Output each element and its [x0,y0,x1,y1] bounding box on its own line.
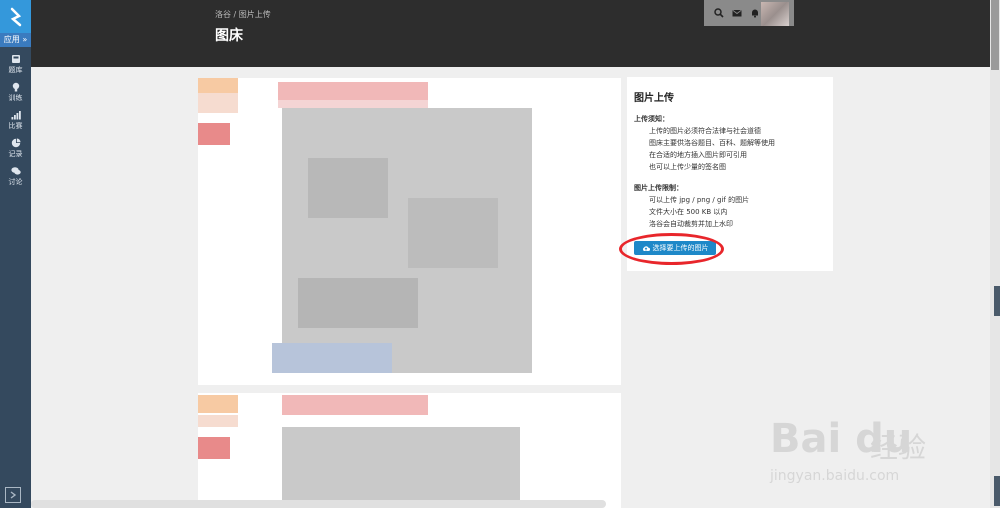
sidebar: 应用 » 题库 训练 比赛 记录 讨论 [0,0,31,508]
book-icon [11,54,20,63]
limits-title: 图片上传限制： [634,184,683,192]
sidebar-item-label: 记录 [8,149,23,158]
notice-title: 上传须知： [634,115,669,123]
page-header: 洛谷 / 图片上传 图床 [31,0,1000,67]
sidebar-item-problems[interactable]: 题库 [0,50,31,78]
limits-line: 可以上传 jpg / png / gif 的图片 [649,196,750,204]
sidebar-item-contests[interactable]: 比赛 [0,106,31,134]
edge-tab [994,286,1000,316]
avatar[interactable] [761,2,789,26]
notice-line: 也可以上传少量的签名图 [649,163,726,171]
sidebar-item-label: 训练 [8,93,23,102]
edge-tab [994,476,1000,506]
uploaded-image-card [198,393,621,508]
chevron-right-icon [10,491,17,499]
sidebar-item-label: 讨论 [8,177,23,186]
lightbulb-icon [12,82,19,91]
breadcrumb[interactable]: 洛谷 / 图片上传 [215,9,271,20]
comments-icon [10,166,21,175]
sidebar-collapse-button[interactable] [5,487,21,503]
notice-line: 在合适的地方插入图片即可引用 [649,151,747,159]
horizontal-scrollbar[interactable] [31,500,606,508]
pie-chart-icon [11,138,20,147]
signal-bars-icon [11,110,21,119]
watermark-text: 经验 [870,431,927,464]
sidebar-item-label: 比赛 [8,121,23,130]
envelope-icon[interactable] [732,8,742,18]
page-title: 图床 [215,28,243,44]
notice-line: 图床主要供洛谷题目、百科、题解等使用 [649,139,775,147]
baidu-jingyan-watermark: Bai du 经验 jingyan.baidu.com [765,398,975,488]
watermark-url: jingyan.baidu.com [770,468,900,484]
limits-line: 文件大小在 500 KB 以内 [649,208,728,216]
panel-title: 图片上传 [634,93,674,104]
scrollbar-thumb[interactable] [991,0,999,70]
sidebar-item-training[interactable]: 训练 [0,78,31,106]
bell-icon[interactable] [750,8,760,18]
limits-line: 洛谷会自动裁剪并加上水印 [649,220,733,228]
sidebar-item-discuss[interactable]: 讨论 [0,162,31,190]
search-icon[interactable] [714,8,724,18]
logo-icon [10,7,21,26]
sidebar-item-label: 题库 [8,65,23,74]
uploaded-image-card [198,78,621,385]
red-highlight-circle [619,233,724,265]
app-menu-toggle[interactable]: 应用 » [0,33,31,47]
notice-line: 上传的图片必须符合法律与社会道德 [649,127,761,135]
luogu-logo[interactable] [0,0,31,33]
sidebar-item-records[interactable]: 记录 [0,134,31,162]
page-scrollbar[interactable] [990,0,1000,508]
